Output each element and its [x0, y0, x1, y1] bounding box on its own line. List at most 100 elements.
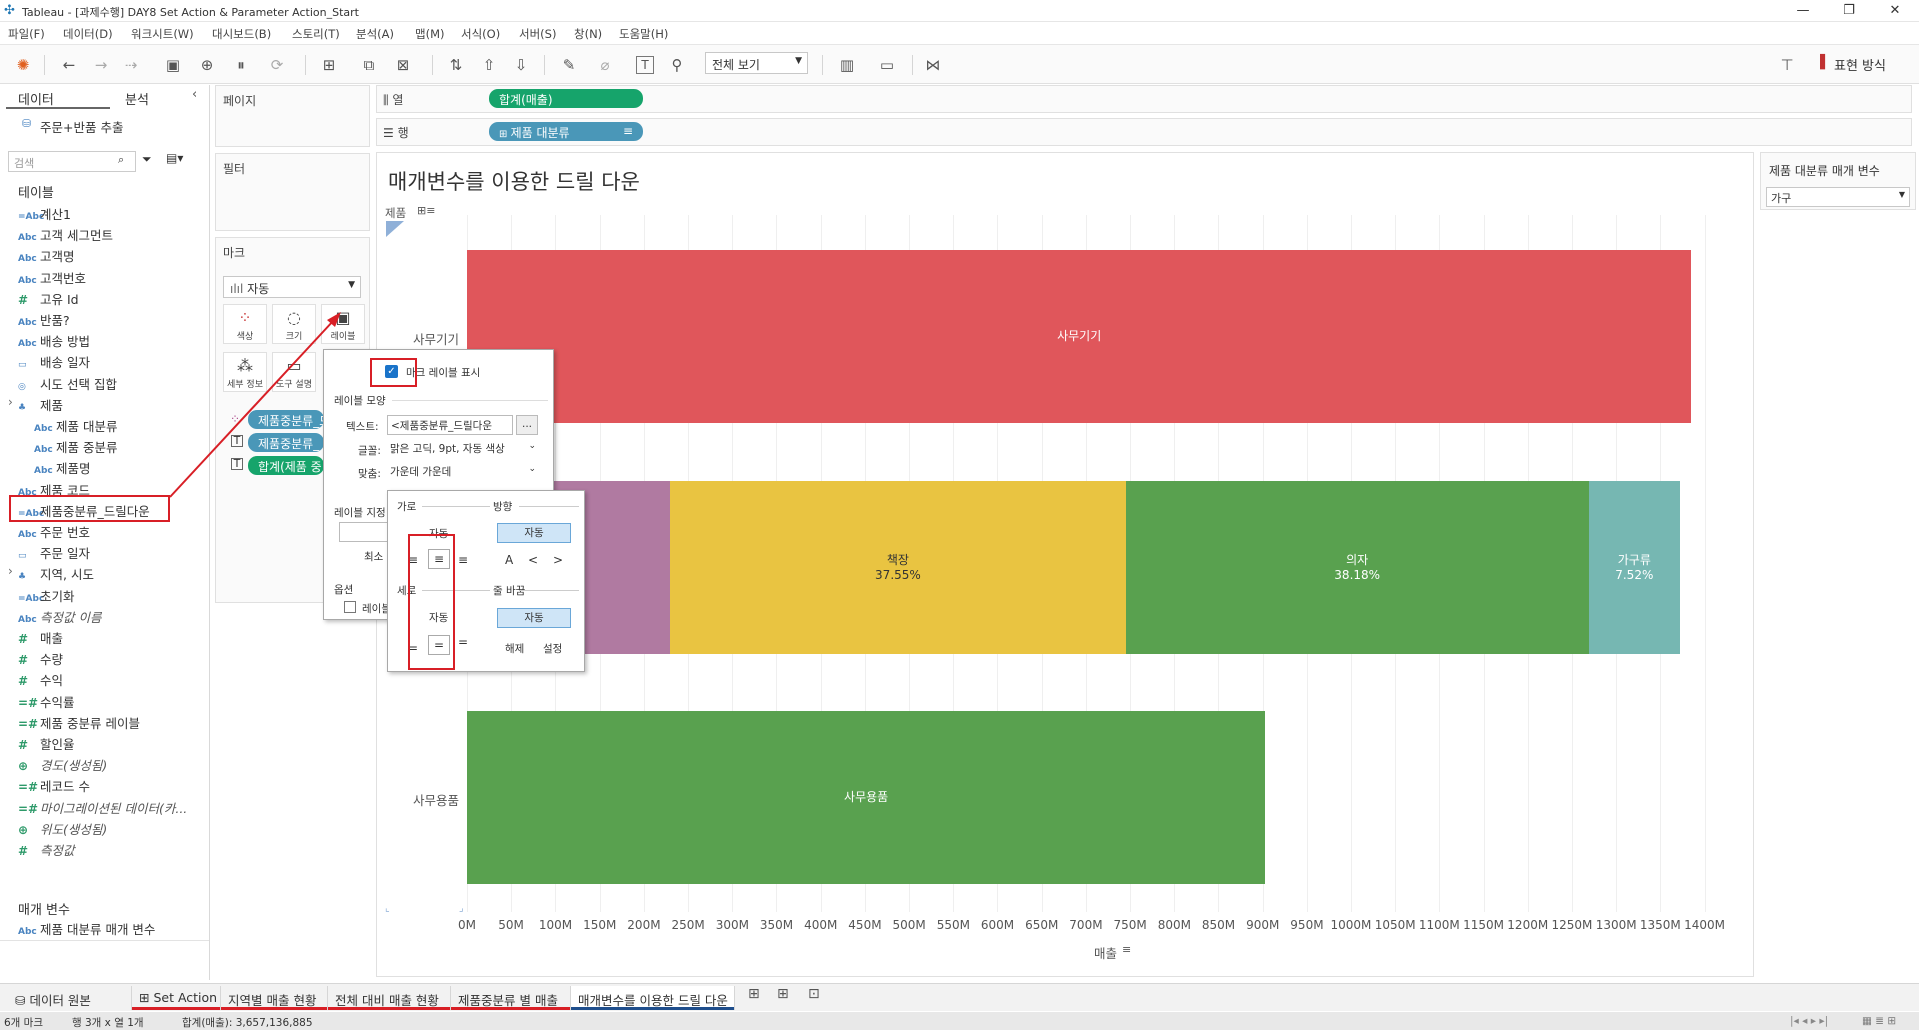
mark-pill-label[interactable]: 제품중분류_: [248, 433, 324, 452]
row-label[interactable]: 사무기기: [413, 329, 459, 348]
field-item[interactable]: Abc 고객명: [18, 246, 75, 264]
sheet-tab[interactable]: 지역별 매출 현황: [221, 986, 328, 1010]
sort-descending-icon[interactable]: ⇩: [510, 54, 532, 76]
field-item[interactable]: ◎ 시도 선택 집합: [18, 374, 117, 392]
presentation-mode-icon[interactable]: ▭: [876, 54, 898, 76]
show-mark-labels-icon[interactable]: T: [636, 56, 654, 74]
wrap-on[interactable]: 설정: [543, 641, 562, 656]
font-select[interactable]: 맑은 고딕, 9pt, 자동 색상 ⌄: [387, 439, 538, 459]
marks-to-label-select[interactable]: [339, 522, 389, 542]
new-dashboard-tab-icon[interactable]: ⊞: [777, 986, 789, 1002]
duplicate-sheet-icon[interactable]: ⧉: [358, 54, 380, 76]
field-item[interactable]: =Abc계산1: [18, 204, 71, 222]
new-story-tab-icon[interactable]: ⊡: [808, 986, 820, 1002]
minimize-icon[interactable]: —: [1780, 2, 1826, 20]
new-worksheet-icon[interactable]: ⊞: [318, 54, 340, 76]
size-button[interactable]: ◌ 크기: [272, 304, 316, 344]
filter-icon[interactable]: ⏷: [142, 152, 152, 167]
highlight-icon[interactable]: ✎: [558, 54, 580, 76]
direction-down-icon[interactable]: >: [553, 553, 563, 567]
columns-pill-sum-sales[interactable]: 합계(매출): [489, 89, 643, 108]
close-icon[interactable]: ✕: [1872, 2, 1918, 20]
expand-chevron-icon[interactable]: ›: [8, 564, 13, 578]
field-item[interactable]: Abc 측정값 이름: [18, 607, 101, 625]
sheet-sorter-icon[interactable]: ▦ ≣ ⊞: [1862, 1015, 1896, 1027]
rows-shelf[interactable]: ☰ 행 ⊞ 제품 대분류 ≡: [376, 118, 1912, 146]
text-field[interactable]: <제품중분류_드릴다운: [387, 415, 513, 435]
nav-first-icon[interactable]: |◂ ◂ ▸ ▸|: [1790, 1015, 1828, 1027]
menu-window[interactable]: 창(N): [574, 26, 602, 42]
search-input[interactable]: 검색: [8, 151, 136, 172]
text-edit-button[interactable]: ...: [516, 415, 538, 435]
sheet-tab[interactable]: 매개변수를 이용한 드릴 다운: [571, 986, 735, 1010]
field-item[interactable]: Abc 고객 세그먼트: [18, 225, 113, 243]
refresh-icon[interactable]: ⟳: [266, 54, 288, 76]
field-item[interactable]: Abc 주문 번호: [18, 522, 90, 540]
field-item[interactable]: # 수익: [18, 670, 63, 688]
expand-chevron-icon[interactable]: ›: [8, 395, 13, 409]
align-right-icon[interactable]: ≡: [458, 553, 468, 567]
tab-data[interactable]: 데이터: [18, 89, 54, 108]
mark-type-select[interactable]: ılıl 자동 ▼: [223, 276, 361, 298]
label-button[interactable]: ▣ 레이블: [321, 304, 365, 344]
field-item[interactable]: # 할인율: [18, 734, 75, 752]
new-datasource-icon[interactable]: ⊕: [196, 54, 218, 76]
sort-ascending-icon[interactable]: ⇧: [478, 54, 500, 76]
field-item[interactable]: # 수량: [18, 649, 63, 667]
field-item[interactable]: =Abc초기화: [18, 586, 75, 604]
save-icon[interactable]: ▣: [162, 54, 184, 76]
maximize-icon[interactable]: ❐: [1826, 2, 1872, 20]
pin-icon[interactable]: ⊤: [1776, 54, 1798, 76]
field-item[interactable]: ⊕ 위도(생성됨): [18, 819, 107, 837]
wrap-off[interactable]: 해제: [505, 641, 524, 656]
field-item[interactable]: # 측정값: [18, 840, 75, 858]
parameter-select[interactable]: 가구 ▼: [1766, 187, 1910, 207]
field-item[interactable]: =# 제품 중분류 레이블: [18, 713, 140, 731]
collapse-pane-icon[interactable]: ‹: [192, 87, 197, 102]
x-axis-sort-icon[interactable]: ≡: [1122, 943, 1131, 956]
field-item[interactable]: =# 수익률: [18, 692, 75, 710]
field-item[interactable]: # 고유 Id: [18, 289, 79, 307]
row-header[interactable]: 제품: [385, 205, 406, 221]
menu-server[interactable]: 서버(S): [519, 26, 556, 42]
direction-horizontal-icon[interactable]: A: [505, 553, 513, 567]
group-members-icon[interactable]: ⌀: [594, 54, 616, 76]
tab-analysis[interactable]: 분석: [125, 89, 149, 108]
sheet-tab[interactable]: ⛁ 데이터 원본: [8, 986, 132, 1010]
menu-help[interactable]: 도움말(H): [619, 26, 668, 42]
field-item[interactable]: Abc 반품?: [18, 310, 70, 328]
view-options-icon[interactable]: ▤▾: [166, 151, 183, 165]
columns-shelf[interactable]: ⫼ 열 합계(매출): [376, 85, 1912, 113]
field-item[interactable]: Abc 배송 방법: [18, 331, 90, 349]
filters-card[interactable]: 필터: [215, 153, 370, 231]
field-item[interactable]: › ♣ 제품: [8, 395, 63, 413]
show-me-button[interactable]: 표현 방식: [1834, 55, 1886, 74]
direction-auto-button[interactable]: 자동: [497, 523, 571, 543]
mark-pill-color[interactable]: 제품중분류_드릴다운: [248, 410, 324, 429]
sheet-tab[interactable]: 제품중분류 별 매출: [451, 986, 571, 1010]
view-size-select[interactable]: 전체 보기 ▼: [705, 52, 808, 74]
replay-icon[interactable]: ⇢: [120, 54, 142, 76]
direction-up-icon[interactable]: <: [528, 553, 538, 567]
field-item[interactable]: Abc 제품 대분류: [34, 416, 117, 434]
pages-card[interactable]: 페이지: [215, 85, 370, 147]
redo-icon[interactable]: →: [90, 54, 112, 76]
detail-button[interactable]: ⁂ 세부 정보: [223, 352, 267, 392]
fix-axes-icon[interactable]: ⚲: [666, 54, 688, 76]
field-item[interactable]: Abc 제품 중분류: [34, 437, 117, 455]
menu-analysis[interactable]: 분석(A): [356, 26, 394, 42]
menu-map[interactable]: 맵(M): [415, 26, 444, 42]
field-item[interactable]: # 매출: [18, 628, 63, 646]
field-item[interactable]: › ♣ 지역, 시도: [8, 564, 94, 582]
datasource-name[interactable]: 주문+반품 추출: [40, 117, 123, 136]
show-cards-icon[interactable]: ▥: [836, 54, 858, 76]
field-item[interactable]: =# 마이그레이션된 데이터(카...: [18, 798, 187, 816]
field-item[interactable]: ▭ 주문 일자: [18, 543, 90, 561]
row-header-sort-icon[interactable]: ⊞≡: [417, 204, 435, 217]
param-product-category[interactable]: Abc 제품 대분류 매개 변수: [18, 919, 155, 937]
menu-file[interactable]: 파일(F): [8, 26, 45, 42]
pause-updates-icon[interactable]: ⏸: [230, 54, 252, 76]
clear-sheet-icon[interactable]: ⊠: [392, 54, 414, 76]
field-item[interactable]: =# 레코드 수: [18, 776, 90, 794]
share-icon[interactable]: ⋈: [922, 54, 944, 76]
